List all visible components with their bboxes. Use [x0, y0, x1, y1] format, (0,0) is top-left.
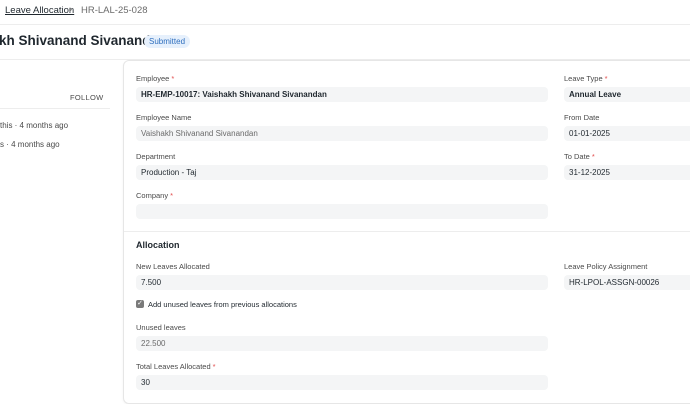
- policy-assignment-field[interactable]: HR-LPOL-ASSGN-00026: [564, 275, 690, 290]
- status-badge: Submitted: [144, 35, 191, 48]
- add-unused-leaves-label: Add unused leaves from previous allocati…: [148, 300, 297, 309]
- sidebar: FOLLOW this · 4 months ago s · 4 months …: [0, 60, 110, 404]
- chevron-right-icon: ›: [69, 4, 73, 15]
- employee-field[interactable]: HR-EMP-10017: Vaishakh Shivanand Sivanan…: [136, 87, 548, 102]
- from-date-field[interactable]: 01-01-2025: [564, 126, 690, 141]
- employee-label: Employee *: [136, 74, 175, 83]
- leave-type-label: Leave Type *: [564, 74, 608, 83]
- section-divider: [124, 231, 690, 232]
- sidebar-divider: [0, 108, 110, 109]
- from-date-label: From Date: [564, 113, 600, 122]
- employee-name-label: Employee Name: [136, 113, 192, 122]
- unused-leaves-field: 22.500: [136, 336, 548, 351]
- total-leaves-field[interactable]: 30: [136, 375, 548, 390]
- to-date-field[interactable]: 31-12-2025: [564, 165, 690, 180]
- leave-allocation-form: Employee * HR-EMP-10017: Vaishakh Shivana…: [123, 60, 690, 404]
- activity-item: s · 4 months ago: [0, 140, 60, 149]
- breadcrumb-current: HR-LAL-25-028: [81, 5, 148, 16]
- department-field[interactable]: Production - Taj: [136, 165, 548, 180]
- department-label: Department: [136, 152, 176, 161]
- to-date-label: To Date *: [564, 152, 595, 161]
- page-header: kh Shivanand Sivanandan Submitted: [0, 25, 690, 60]
- follow-button[interactable]: FOLLOW: [70, 93, 103, 102]
- allocation-section-title: Allocation: [136, 240, 180, 250]
- leave-type-field[interactable]: Annual Leave: [564, 87, 690, 102]
- new-leaves-label: New Leaves Allocated: [136, 262, 210, 271]
- breadcrumb-bar: Leave Allocation › HR-LAL-25-028: [0, 0, 690, 25]
- activity-item: this · 4 months ago: [0, 121, 69, 130]
- employee-name-field: Vaishakh Shivanand Sivanandan: [136, 126, 548, 141]
- new-leaves-field[interactable]: 7.500: [136, 275, 548, 290]
- unused-leaves-label: Unused leaves: [136, 323, 186, 332]
- add-unused-leaves-checkbox[interactable]: ✓: [136, 300, 144, 308]
- total-leaves-label: Total Leaves Allocated *: [136, 362, 216, 371]
- breadcrumb-leave-allocation-link[interactable]: Leave Allocation: [5, 5, 74, 16]
- policy-assignment-label: Leave Policy Assignment: [564, 262, 648, 271]
- company-field[interactable]: [136, 204, 548, 219]
- company-label: Company *: [136, 191, 174, 200]
- page-title: kh Shivanand Sivanandan: [0, 33, 167, 48]
